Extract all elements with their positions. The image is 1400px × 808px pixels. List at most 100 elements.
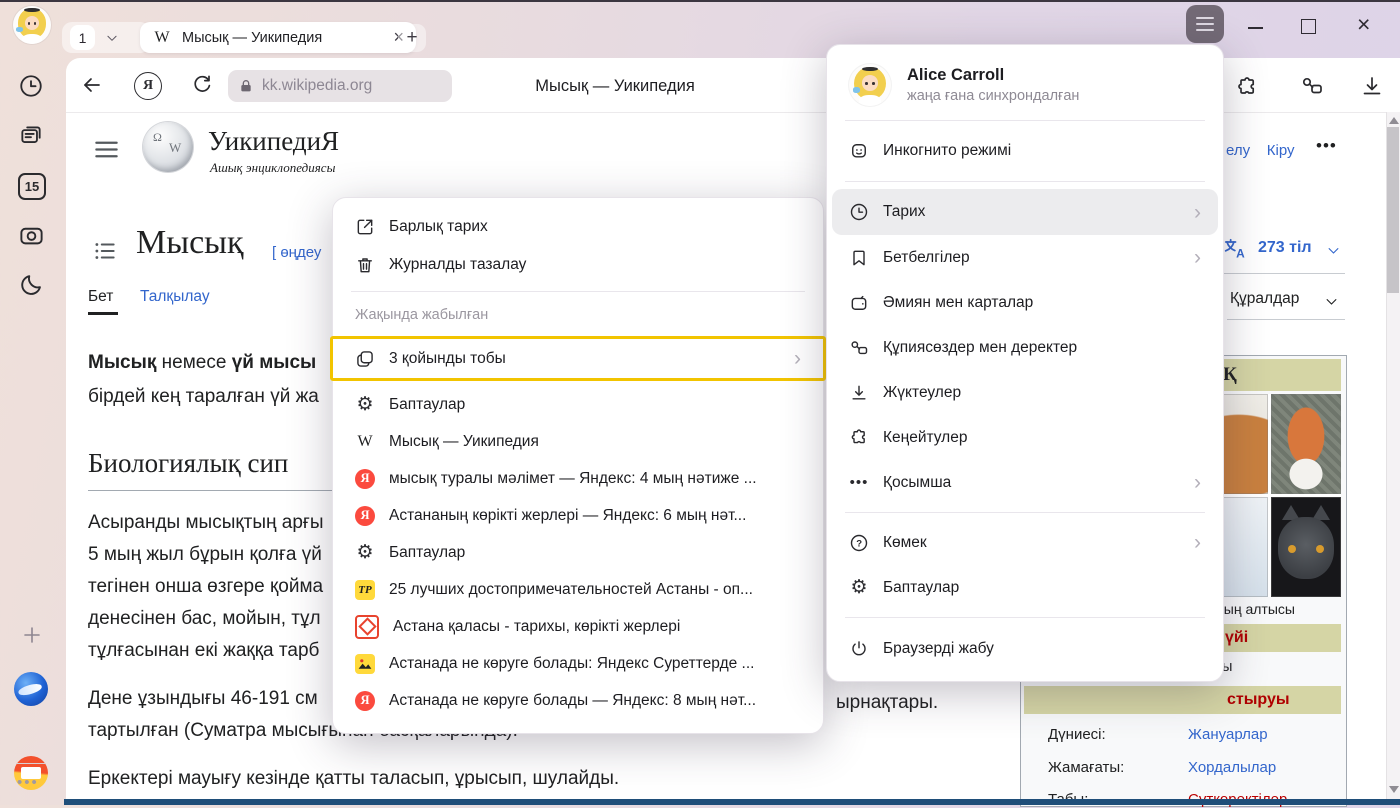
puzzle-icon [849,428,869,448]
browser-menu-button[interactable] [1186,5,1224,43]
yandex-browser-window: { "colors":{"accent_highlight":"#f2c400"… [0,0,1400,805]
feed-notes-icon[interactable] [18,122,44,148]
active-tab[interactable]: W Мысық — Уикипедия × [140,22,416,53]
scrollbar-up-arrow[interactable] [1389,117,1399,124]
taxobox-value-link[interactable]: Хордалылар [1188,759,1276,776]
edit-link[interactable]: [ өңдеу [272,244,321,261]
clock-icon [849,202,869,222]
new-tab-button[interactable]: + [398,24,426,52]
extensions-puzzle-icon[interactable] [1234,74,1258,98]
profile-row[interactable]: Alice Carroll жаңа ғана синхрондалған [827,57,1223,113]
menu-divider [845,120,1205,121]
sync-status: жаңа ғана синхрондалған [907,88,1079,104]
wiki-wordmark[interactable]: УикипедиЯ [208,126,339,157]
signup-link-fragment[interactable]: елу [1226,142,1250,159]
screenshot-camera-icon[interactable] [18,222,45,249]
language-icon[interactable]: A [1222,236,1248,262]
close-button[interactable]: × [1357,11,1370,38]
menu-item-clear-history[interactable]: Журналды тазалау [333,246,823,284]
back-icon[interactable] [80,73,104,97]
menu-item-settings[interactable]: ⚙ Баптаулар [333,534,823,571]
history-clock-icon[interactable] [18,73,44,99]
tab-group-counter[interactable]: 1 [62,22,150,53]
wikipedia-globe-logo[interactable]: Ω W [143,122,193,172]
section-heading: Биологиялық сип [88,448,288,479]
calendar-day: 15 [18,173,46,200]
tab-talk-label[interactable]: Талқылау [140,288,210,306]
menu-item-extensions[interactable]: Кеңейтулер [827,415,1223,460]
calendar-icon[interactable]: 15 [18,172,46,200]
history-entry[interactable]: Астана қаласы - тарихы, көрікті жерлері [333,608,823,645]
tab-page-underline [88,312,118,315]
history-entry[interactable]: W Мысық — Уикипедия [333,423,823,460]
help-icon: ? [849,533,869,553]
menu-item-bookmarks[interactable]: Бетбелгілер › [827,235,1223,280]
lang-chevron-down-icon[interactable] [1326,243,1341,258]
menu-item-incognito[interactable]: Инкогнито режимі [827,128,1223,174]
tab-page-label[interactable]: Бет [88,288,113,306]
gear-icon: ⚙ [355,543,375,562]
tools-divider [1227,319,1345,320]
refresh-icon[interactable] [190,73,214,97]
menu-item-settings[interactable]: ⚙ Баптаулар [827,565,1223,610]
history-entry[interactable]: TP 25 лучших достопримечательностей Аста… [333,571,823,608]
language-count[interactable]: 273 тіл [1258,239,1312,257]
maximize-button[interactable] [1301,19,1316,34]
passwords-key-icon[interactable] [1300,74,1324,98]
history-entry[interactable]: Я Астанада не көруге болады — Яндекс: 8 … [333,682,823,719]
dark-mode-moon-icon[interactable] [18,272,45,299]
profile-avatar[interactable] [13,6,51,44]
tools-label[interactable]: Құралдар [1230,290,1299,308]
yandex-services-icon[interactable]: Я [134,72,162,100]
svg-text:?: ? [856,538,862,549]
yandex-favicon: Я [355,506,375,526]
wiki-hamburger-icon[interactable] [93,136,120,163]
toc-list-icon[interactable] [92,238,118,264]
menu-divider [845,181,1205,182]
history-entry[interactable]: Астанада не көруге болады: Яндекс Суретт… [333,645,823,682]
chevron-right-icon: › [1194,247,1201,268]
tools-chevron-down-icon[interactable] [1324,294,1339,309]
history-entry[interactable]: Я Астананың көрікті жерлері — Яндекс: 6 … [333,497,823,534]
menu-item-help[interactable]: ? Көмек › [827,520,1223,565]
sidebar-more-dots[interactable]: ••• [17,774,39,791]
chevron-down-icon [105,31,119,45]
highlighted-menu-item-tab-group[interactable]: 3 қойынды тобы › [330,336,826,381]
tab-title: Мысық — Уикипедия [182,30,383,46]
wiki-personal-links: елу Кіру [1226,142,1295,159]
address-bar[interactable]: kk.wikipedia.org [228,70,452,102]
menu-item-wallet[interactable]: Әмиян мен карталар [827,280,1223,325]
window-bottom-edge [64,799,1400,805]
yandex-browser-logo[interactable] [14,672,48,706]
menu-item-passwords[interactable]: Құпиясөздер мен деректер [827,325,1223,370]
chevron-right-icon: › [1194,472,1201,493]
taxobox-banner-2: стыруы [1024,686,1341,714]
menu-item-settings[interactable]: ⚙ Баптаулар [333,386,823,423]
body-line: тұлғасынан екі жаққа тарб [88,640,319,662]
bookmark-icon [849,248,869,268]
svg-text:A: A [1236,247,1245,261]
menu-item-close-browser[interactable]: Браузерді жабу [827,625,1223,673]
wallet-icon [849,293,869,313]
menu-item-downloads[interactable]: Жүктеулер [827,370,1223,415]
menu-item-history-highlighted[interactable]: Тарих › [832,189,1218,235]
power-icon [849,639,869,659]
tab-group-icon [355,349,375,369]
add-panel-plus-icon[interactable] [20,623,44,647]
menu-item-all-history[interactable]: Барлық тарих [333,208,823,246]
taxobox-value-link[interactable]: Жануарлар [1188,726,1268,743]
tripster-favicon: TP [355,580,375,600]
wiki-more-menu[interactable]: ••• [1316,136,1337,156]
downloads-icon[interactable] [1360,74,1384,98]
history-entry[interactable]: Я мысық туралы мәлімет — Яндекс: 4 мың н… [333,460,823,497]
scrollbar-down-arrow[interactable] [1389,786,1399,793]
key-icon [849,338,869,358]
login-link[interactable]: Кіру [1267,142,1295,159]
menu-item-more[interactable]: ••• Қосымша › [827,460,1223,505]
minimize-button[interactable] [1248,27,1263,29]
external-link-icon [355,217,375,237]
body-line: Еркектері мауығу кезінде қатты таласып, … [88,768,619,790]
yandex-images-favicon [355,654,375,674]
scrollbar-thumb[interactable] [1387,127,1399,293]
cat-photo-gray [1271,497,1341,597]
